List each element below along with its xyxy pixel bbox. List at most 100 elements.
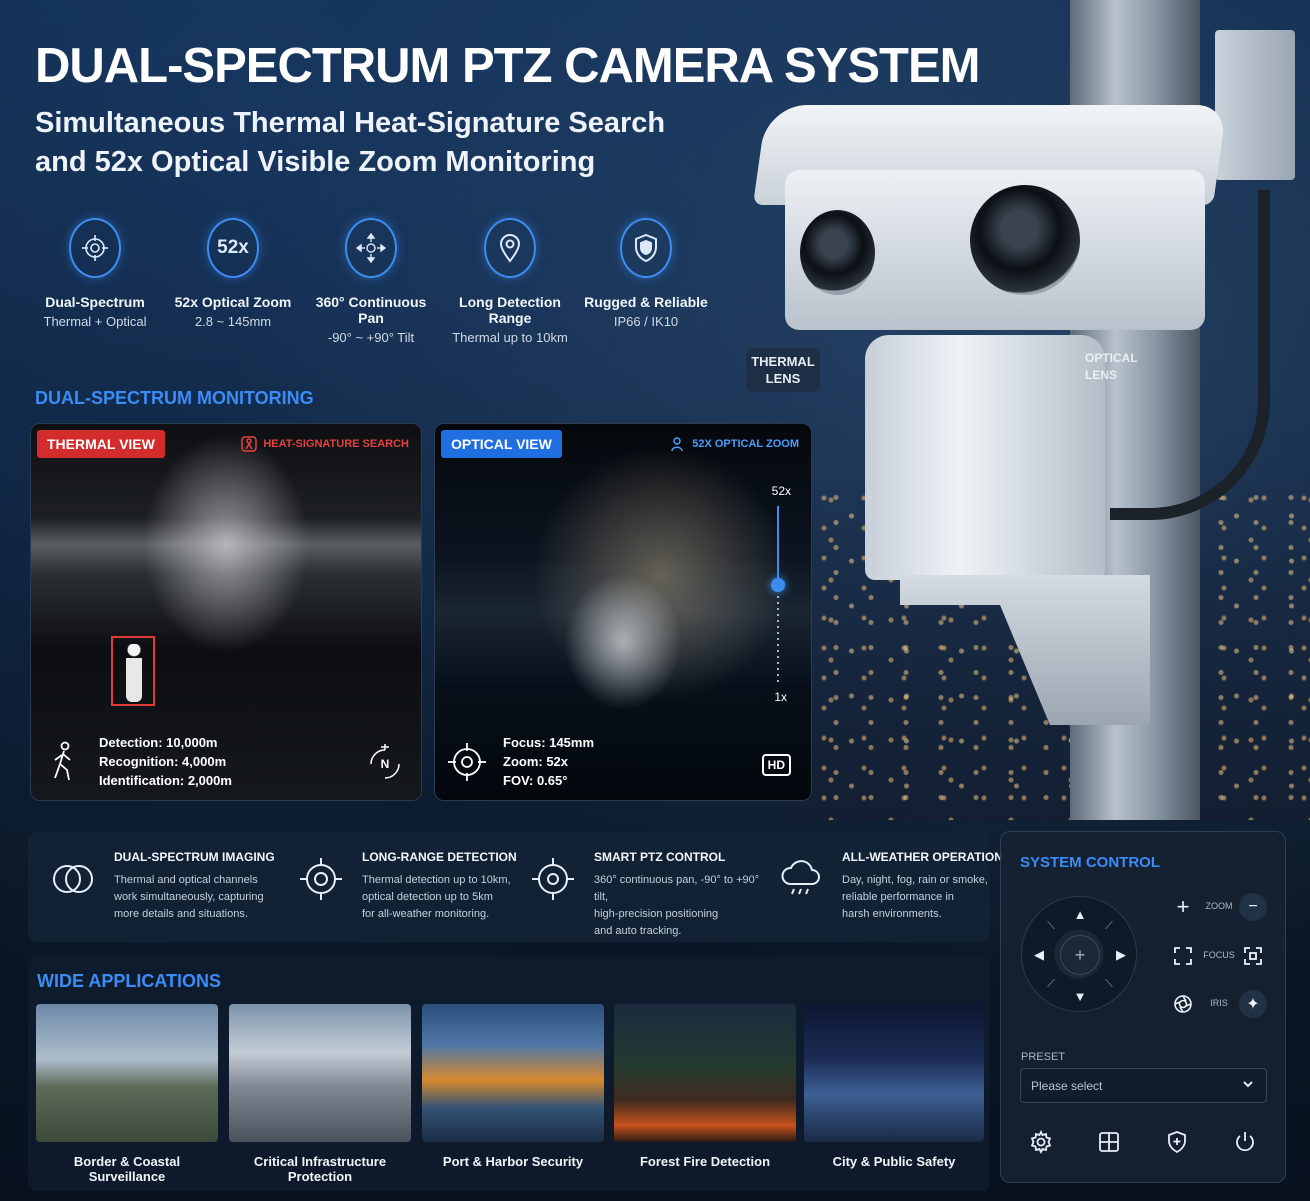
app-card-border[interactable]: Border & Coastal Surveillance — [36, 1004, 218, 1184]
thermal-stats: Detection: 10,000m Recognition: 4,000m I… — [43, 733, 232, 790]
app-thumbnail — [614, 1004, 796, 1142]
zoom-out-button[interactable]: − — [1239, 893, 1267, 921]
fov-value: FOV: 0.65° — [503, 773, 568, 788]
app-card-city[interactable]: City & Public Safety — [804, 1004, 984, 1169]
focus-label: FOCUS — [1203, 950, 1235, 960]
power-icon[interactable] — [1229, 1126, 1261, 1158]
aperture-icon — [1174, 995, 1192, 1013]
focus-frame-icon — [1174, 947, 1192, 965]
detected-person-silhouette — [126, 644, 142, 702]
zoom-fill — [777, 506, 779, 586]
thermal-view-tag: THERMAL VIEW — [37, 430, 165, 458]
app-thumbnail — [422, 1004, 604, 1142]
thermal-lens — [800, 210, 875, 295]
pan-left-button[interactable]: ◀ — [1028, 944, 1050, 966]
app-card-port[interactable]: Port & Harbor Security — [422, 1004, 604, 1169]
zoom-controls: + ZOOM − — [1169, 893, 1269, 923]
pan-up-right-button[interactable]: ⟋ — [1098, 915, 1120, 937]
zoom-person-icon — [671, 437, 683, 452]
zoom-52x-icon: 52x — [207, 218, 259, 278]
recognition-range: Recognition: 4,000m — [99, 754, 227, 769]
feature-info-strip: DUAL-SPECTRUM IMAGING Thermal and optica… — [28, 832, 1003, 942]
zoom-max-label: 52x — [771, 484, 791, 498]
pan-up-button[interactable]: ▲ — [1069, 903, 1091, 925]
dual-circles-icon — [53, 865, 93, 893]
monitoring-section-label: DUAL-SPECTRUM MONITORING — [35, 388, 314, 408]
iris-close-button[interactable] — [1169, 990, 1197, 1018]
optical-view-tag: OPTICAL VIEW — [441, 430, 562, 458]
preset-select[interactable]: Please select — [1020, 1068, 1267, 1103]
dpad-center-button[interactable]: + — [1060, 935, 1100, 975]
focus-near-button[interactable] — [1169, 942, 1197, 970]
page-title: DUAL-SPECTRUM PTZ CAMERA SYSTEM — [35, 39, 980, 93]
focus-crosshair-icon — [448, 742, 486, 781]
zoom-slider[interactable]: 52x 1x — [761, 484, 791, 704]
compass-icon[interactable]: N — [363, 742, 407, 786]
pan-arrows-icon — [345, 218, 397, 278]
app-thumbnail — [229, 1004, 411, 1142]
ptz-dpad[interactable]: ▲ ▼ ◀ ▶ ⟍ ⟋ ⟋ ⟍ + — [1021, 896, 1137, 1012]
detection-range: Detection: 10,000m — [99, 735, 218, 750]
feature-continuous-pan: 360° Continuous Pan -90° ~ +90° Tilt — [301, 218, 441, 345]
layout-grid-icon[interactable] — [1093, 1126, 1125, 1158]
system-control-panel: SYSTEM CONTROL ▲ ▼ ◀ ▶ ⟍ ⟋ ⟋ ⟍ + + ZOOM … — [1000, 831, 1286, 1183]
iris-open-button[interactable]: ✦ — [1239, 990, 1267, 1018]
info-dual-spectrum: DUAL-SPECTRUM IMAGING Thermal and optica… — [50, 850, 279, 923]
preset-label: PRESET — [1021, 1051, 1066, 1063]
camera-pan-tilt-body — [865, 335, 1105, 580]
focus-far-button[interactable] — [1239, 942, 1267, 970]
pan-down-right-button[interactable]: ⟍ — [1098, 973, 1120, 995]
identification-range: Identification: 2,000m — [99, 773, 232, 788]
feature-optical-zoom: 52x 52x Optical Zoom 2.8 ~ 145mm — [163, 218, 303, 329]
feature-dual-spectrum: Dual-Spectrum Thermal + Optical — [25, 218, 165, 329]
ptz-target-icon — [532, 858, 574, 900]
feature-detection-range: Long Detection Range Thermal up to 10km — [440, 218, 580, 345]
zoom-knob[interactable] — [771, 578, 785, 593]
security-shield-icon[interactable] — [1161, 1126, 1193, 1158]
iris-label: IRIS — [1210, 998, 1228, 1008]
feature-rugged: Rugged & Reliable IP66 / IK10 — [576, 218, 716, 329]
pan-down-button[interactable]: ▼ — [1069, 985, 1091, 1007]
chevron-down-icon — [1242, 1078, 1254, 1093]
settings-gear-icon[interactable] — [1025, 1126, 1057, 1158]
optical-view-panel[interactable]: OPTICAL VIEW 52X OPTICAL ZOOM 52x 1x Foc… — [434, 423, 812, 801]
app-card-infrastructure[interactable]: Critical Infrastructure Protection — [229, 1004, 411, 1184]
focus-controls: FOCUS — [1169, 942, 1269, 972]
heat-person-icon — [241, 436, 258, 452]
crosshair-icon — [69, 218, 121, 278]
optical-lens — [970, 185, 1080, 295]
focus-point-icon — [1244, 947, 1262, 965]
app-thumbnail — [36, 1004, 218, 1142]
location-pin-icon — [484, 218, 536, 278]
thermal-view-panel[interactable]: THERMAL VIEW HEAT-SIGNATURE SEARCH Detec… — [30, 423, 422, 801]
zoom-label: ZOOM — [1205, 901, 1233, 911]
optical-zoom-badge: 52X OPTICAL ZOOM — [670, 436, 799, 452]
pan-up-left-button[interactable]: ⟍ — [1040, 915, 1062, 937]
pan-down-left-button[interactable]: ⟋ — [1040, 973, 1062, 995]
heat-signature-badge: HEAT-SIGNATURE SEARCH — [241, 436, 409, 452]
shield-icon — [620, 218, 672, 278]
zoom-in-button[interactable]: + — [1169, 893, 1197, 921]
iris-controls: IRIS ✦ — [1169, 990, 1269, 1020]
target-icon — [300, 858, 342, 900]
page-subtitle: Simultaneous Thermal Heat-Signature Sear… — [35, 107, 666, 178]
hd-badge: HD — [761, 754, 791, 776]
app-card-forest-fire[interactable]: Forest Fire Detection — [614, 1004, 796, 1169]
system-control-title: SYSTEM CONTROL — [1020, 854, 1161, 871]
applications-section-label: WIDE APPLICATIONS — [37, 971, 221, 991]
focus-value: Focus: 145mm — [503, 735, 595, 750]
target-detection-box[interactable] — [111, 636, 155, 706]
optical-stats: Focus: 145mm Zoom: 52x FOV: 0.65° — [447, 733, 594, 790]
optical-lens-label: OPTICAL LENS — [1085, 351, 1138, 382]
pan-right-button[interactable]: ▶ — [1110, 944, 1132, 966]
feature-list: Dual-Spectrum Thermal + Optical 52x 52x … — [30, 218, 720, 345]
walking-person-icon — [54, 741, 71, 780]
info-smart-ptz: SMART PTZ CONTROL 360° continuous pan, -… — [530, 850, 769, 940]
zoom-value: Zoom: 52x — [503, 754, 569, 769]
info-all-weather: ALL-WEATHER OPERATION Day, night, fog, r… — [778, 850, 1007, 923]
system-actions — [1025, 1126, 1265, 1158]
zoom-min-label: 1x — [774, 690, 787, 704]
junction-box — [1215, 30, 1295, 180]
thermal-lens-label: THERMAL LENS — [746, 348, 820, 392]
app-thumbnail — [804, 1004, 984, 1142]
